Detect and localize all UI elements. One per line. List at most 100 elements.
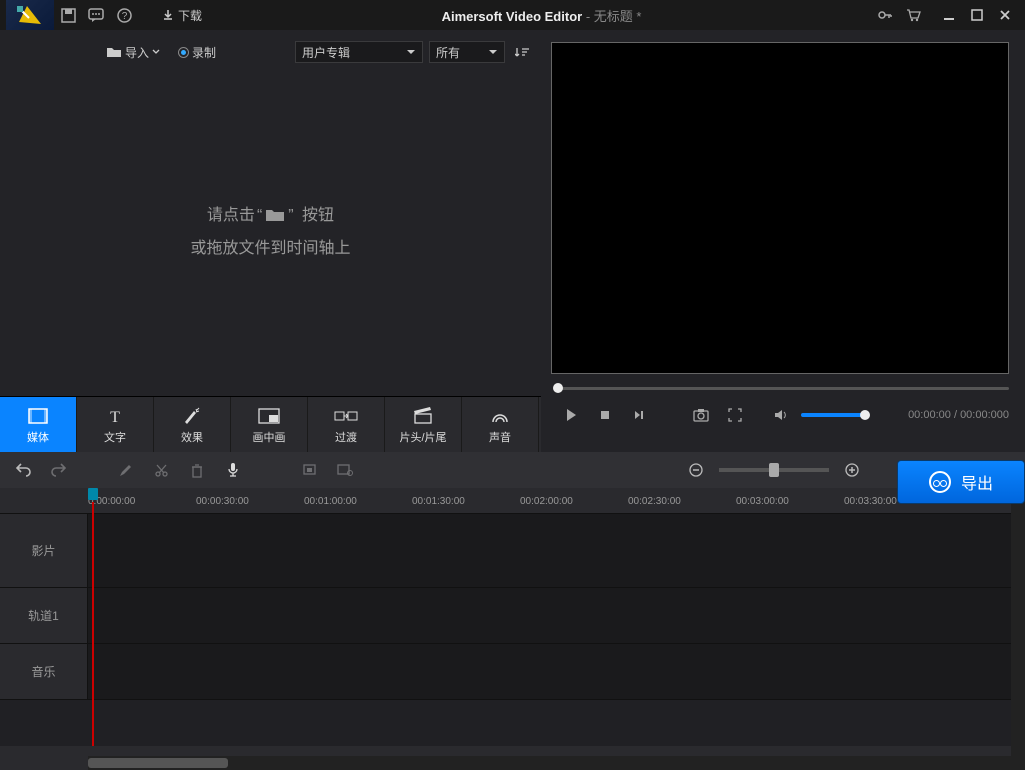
track-header[interactable]: 音乐 (0, 644, 88, 699)
step-button[interactable] (625, 401, 653, 429)
category-tabs: 媒体 T 文字 效果 画中画 过渡 片头/片尾 (0, 396, 541, 452)
reel-icon (929, 471, 951, 493)
track-header[interactable]: 影片 (0, 514, 88, 587)
ruler-tick: 00:03:30:00 (844, 496, 897, 507)
track-header[interactable]: 轨道1 (0, 588, 88, 643)
ruler-tick: 00:03:00:00 (736, 496, 789, 507)
zoom-out-button[interactable] (683, 457, 709, 483)
undo-button[interactable] (10, 457, 36, 483)
tab-text[interactable]: T 文字 (77, 397, 154, 452)
track-body[interactable] (88, 644, 1025, 699)
export-button[interactable]: 导出 (897, 460, 1025, 504)
preview-seekbar[interactable] (551, 382, 1015, 394)
window-title: Aimersoft Video Editor - 无标题 * (442, 6, 642, 25)
ruler-tick: 00:02:00:00 (520, 496, 573, 507)
clapper-icon (413, 405, 433, 427)
zoom-slider[interactable] (719, 468, 829, 472)
snapshot-button[interactable] (687, 401, 715, 429)
chevron-down-icon (152, 49, 160, 55)
download-button[interactable]: 下载 (152, 7, 212, 24)
tab-label: 画中画 (253, 429, 286, 445)
horizontal-scrollbar[interactable] (88, 756, 1025, 770)
import-label: 导入 (125, 44, 149, 61)
tracks-container: 影片轨道1音乐 (0, 514, 1025, 746)
svg-text:T: T (110, 409, 120, 425)
minimize-button[interactable] (935, 1, 963, 29)
tab-label: 文字 (104, 429, 126, 445)
download-label: 下载 (178, 7, 202, 24)
redo-button[interactable] (46, 457, 72, 483)
folder-icon (264, 207, 286, 223)
tab-label: 声音 (489, 429, 511, 445)
album-dropdown[interactable]: 用户专辑 (295, 41, 423, 63)
app-logo-icon (6, 0, 54, 30)
titlebar: ? 下载 Aimersoft Video Editor - 无标题 * (0, 0, 1025, 30)
tab-label: 媒体 (27, 429, 49, 445)
ruler-tick: 00:01:30:00 (412, 496, 465, 507)
delete-button[interactable] (184, 457, 210, 483)
track-body[interactable] (88, 514, 1025, 587)
zoom-in-button[interactable] (839, 457, 865, 483)
scrollbar-thumb[interactable] (88, 758, 228, 768)
transition-icon (334, 405, 358, 427)
timecode-display: 00:00:00 / 00:00:000 (908, 409, 1009, 421)
feedback-button[interactable] (82, 1, 110, 29)
tab-sound[interactable]: 声音 (462, 397, 539, 452)
zoom-thumb[interactable] (769, 463, 779, 477)
tab-transition[interactable]: 过渡 (308, 397, 385, 452)
track-body[interactable] (88, 588, 1025, 643)
help-button[interactable]: ? (110, 1, 138, 29)
cut-button[interactable] (148, 457, 174, 483)
svg-text:?: ? (121, 11, 127, 22)
preview-panel: 00:00:00 / 00:00:000 导出 (541, 30, 1025, 452)
chevron-down-icon (488, 49, 498, 55)
tab-effect[interactable]: 效果 (154, 397, 231, 452)
key-button[interactable] (871, 1, 899, 29)
tab-pip[interactable]: 画中画 (231, 397, 308, 452)
sound-icon (489, 405, 511, 427)
ruler-tick: 00:02:30:00 (628, 496, 681, 507)
seek-thumb[interactable] (553, 383, 563, 393)
track-video: 影片 (0, 514, 1025, 588)
voiceover-button[interactable] (220, 457, 246, 483)
chevron-down-icon (406, 49, 416, 55)
tab-label: 过渡 (335, 429, 357, 445)
vertical-scrollbar[interactable] (1011, 488, 1025, 756)
folder-icon (106, 46, 122, 58)
playbar: 00:00:00 / 00:00:000 (551, 398, 1015, 432)
track-track1: 轨道1 (0, 588, 1025, 644)
text-icon: T (106, 405, 124, 427)
volume-slider[interactable] (801, 413, 865, 417)
tab-label: 片头/片尾 (399, 429, 446, 445)
timeline-ruler[interactable]: 0:00:00:0000:00:30:0000:01:00:0000:01:30… (0, 488, 1025, 514)
sort-button[interactable] (511, 38, 533, 66)
crop-button[interactable] (296, 457, 322, 483)
fullscreen-button[interactable] (721, 401, 749, 429)
timeline-toolbar (0, 452, 1025, 488)
media-panel: 导入 录制 用户专辑 所有 请点击 “ (0, 30, 541, 452)
import-button[interactable]: 导入 (100, 44, 166, 61)
filter-dropdown[interactable]: 所有 (429, 41, 505, 63)
volume-button[interactable] (767, 401, 795, 429)
maximize-button[interactable] (963, 1, 991, 29)
edit-button[interactable] (112, 457, 138, 483)
stop-button[interactable] (591, 401, 619, 429)
record-button[interactable]: 录制 (172, 44, 222, 61)
timeline-area: 0:00:00:0000:00:30:0000:01:00:0000:01:30… (0, 452, 1025, 770)
play-button[interactable] (557, 401, 585, 429)
export-label: 导出 (961, 470, 993, 494)
media-empty-state: 请点击 “ ” 按钮 或拖放文件到时间轴上 (0, 68, 541, 396)
cart-button[interactable] (899, 1, 927, 29)
media-icon (27, 405, 49, 427)
volume-thumb[interactable] (860, 410, 870, 420)
ruler-tick: 00:01:00:00 (304, 496, 357, 507)
settings-button[interactable] (332, 457, 358, 483)
zoom-controls (683, 457, 865, 483)
tab-introoutro[interactable]: 片头/片尾 (385, 397, 462, 452)
save-button[interactable] (54, 1, 82, 29)
record-label: 录制 (192, 44, 216, 61)
tab-media[interactable]: 媒体 (0, 397, 77, 452)
pip-icon (258, 405, 280, 427)
ruler-tick: 0:00:00:00 (88, 496, 135, 507)
close-button[interactable] (991, 1, 1019, 29)
